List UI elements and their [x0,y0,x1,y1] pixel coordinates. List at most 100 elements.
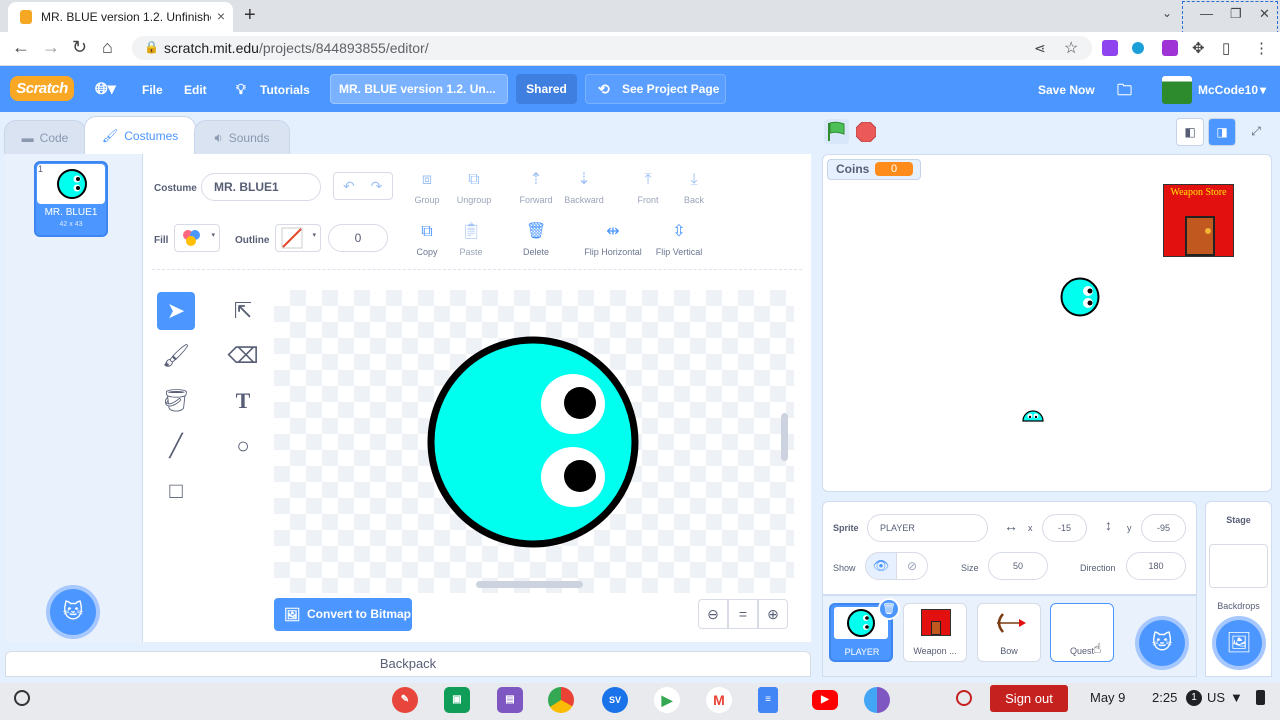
select-tool-icon[interactable]: ➤ [157,292,195,330]
share-icon[interactable]: ⋖ [1034,40,1046,57]
sv-app-icon[interactable]: SV [602,687,628,713]
text-tool-icon[interactable]: T [224,382,262,420]
delete-button[interactable]: 🗑︎ Delete [516,222,556,257]
line-tool-icon[interactable]: ╱ [157,427,195,465]
username[interactable]: McCode10 [1198,83,1258,97]
wifi-icon[interactable]: ▼ [1230,690,1243,705]
account-chevron-down-icon[interactable]: ▾ [1260,83,1266,97]
bookmark-star-icon[interactable]: ☆ [1064,38,1078,58]
youtube-icon[interactable]: ▶ [812,690,838,710]
tab-costumes[interactable]: 🖌︎ Costumes [84,116,196,154]
shelf-locale[interactable]: US [1207,690,1225,705]
backward-button[interactable]: ⇣ Backward [561,170,607,205]
outline-width-input[interactable]: 0 [328,224,388,252]
project-title-input[interactable]: MR. BLUE version 1.2. Un... [330,74,508,104]
see-project-page-button[interactable]: ⟲ See Project Page [585,74,726,104]
notification-count-badge[interactable]: 1 [1186,690,1202,706]
forward-button[interactable]: ⇡ Forward [515,170,557,205]
battery-icon[interactable] [1256,690,1265,705]
extensions-puzzle-icon[interactable]: ✥ [1192,39,1205,57]
screen-record-icon[interactable] [956,690,972,706]
address-bar[interactable]: scratch.mit.edu/projects/844893855/edito… [132,36,1092,60]
copy-button[interactable]: ⧉ Copy [410,222,444,257]
stylus-app-icon[interactable] [864,687,890,713]
vertical-scrollbar[interactable] [781,413,788,461]
edit-menu[interactable]: Edit [184,83,207,97]
small-mr-blue-sprite[interactable] [1021,401,1045,423]
zoom-in-icon[interactable]: ⊕ [758,599,788,629]
tutorials-button[interactable]: Tutorials [260,83,310,97]
sign-out-button[interactable]: Sign out [990,685,1068,712]
close-tab-icon[interactable]: × [217,8,225,24]
undo-icon[interactable]: ↶ [343,178,355,194]
green-flag-button[interactable] [824,119,849,144]
normal-stage-icon[interactable]: ◨ [1208,118,1236,146]
reload-icon[interactable]: ↻ [72,37,87,58]
choose-sprite-button[interactable]: 🐱︎ [1139,620,1185,666]
direction-input[interactable]: 180 [1126,552,1186,580]
tab-sounds[interactable]: 🔉︎ Sounds [194,120,290,154]
choose-backdrop-button[interactable]: 🖼︎ [1216,620,1262,666]
flip-vertical-button[interactable]: ⇳ Flip Vertical [652,222,706,257]
chrome-menu-icon[interactable]: ⋮ [1254,39,1269,57]
front-button[interactable]: ⤒ Front [632,170,664,205]
forward-icon[interactable]: → [42,37,60,58]
shared-button[interactable]: Shared [516,74,577,104]
costume-name-input[interactable]: MR. BLUE1 [201,173,321,201]
flip-horizontal-button[interactable]: ⇹ Flip Horizontal [580,222,646,257]
docs-purple-app-icon[interactable]: ▤ [497,687,523,713]
paste-button[interactable]: 📋︎ Paste [454,222,488,257]
avatar[interactable] [1162,76,1192,104]
reshape-tool-icon[interactable]: ⇱ [224,292,262,330]
choose-costume-button[interactable]: 🐱︎ [50,589,96,635]
fullscreen-icon[interactable]: ⤢ [1242,118,1270,146]
stop-button[interactable] [855,121,877,147]
weapon-store-sprite[interactable]: Weapon Store [1163,184,1234,257]
classroom-app-icon[interactable]: ▣ [444,687,470,713]
sprite-card-bow[interactable]: Bow [977,603,1041,662]
gmail-icon[interactable]: M [706,687,732,713]
extension-blue-icon[interactable] [1132,42,1144,54]
canvas-app-icon[interactable]: ✎ [392,687,418,713]
scratch-logo[interactable]: Scratch [10,76,74,101]
x-input[interactable]: -15 [1042,514,1087,542]
zoom-out-icon[interactable]: ⊖ [698,599,728,629]
zoom-reset-button[interactable]: = [728,599,758,629]
size-input[interactable]: 50 [988,552,1048,580]
rectangle-tool-icon[interactable]: □ [157,472,195,510]
fill-color-picker[interactable]: ▾ [174,224,220,252]
shelf-date[interactable]: May 9 [1090,690,1125,705]
sprite-card-quest[interactable]: Quest ☝︎ [1050,603,1114,662]
ungroup-button[interactable]: ⧉ Ungroup [454,170,494,205]
new-tab-button[interactable]: + [244,4,256,27]
y-input[interactable]: -95 [1141,514,1186,542]
extension-tw-icon[interactable] [1162,40,1178,56]
google-docs-icon[interactable]: ≡ [758,687,778,713]
small-stage-icon[interactable]: ◧ [1176,118,1204,146]
side-panel-icon[interactable]: ▯ [1222,39,1230,57]
tab-search-icon[interactable]: ⌄ [1162,6,1172,20]
brush-tool-icon[interactable]: 🖌︎ [157,337,195,375]
mr-blue-player-sprite[interactable] [1059,276,1101,318]
redo-icon[interactable]: ↷ [371,178,383,194]
browser-tab[interactable]: MR. BLUE version 1.2. Unfinished × [8,2,233,32]
delete-sprite-icon[interactable]: 🗑︎ [878,598,900,620]
back-button[interactable]: ⤓ Back [679,170,709,205]
show-eye-icon[interactable]: 👁︎ [865,552,897,580]
chrome-app-icon[interactable] [548,687,574,713]
eraser-tool-icon[interactable]: ⌫ [224,337,262,375]
convert-to-bitmap-button[interactable]: 🖼︎ Convert to Bitmap [274,598,412,631]
horizontal-scrollbar[interactable] [476,581,583,588]
site-info-icon[interactable]: 🔒 [144,40,159,54]
launcher-icon[interactable] [14,690,30,706]
extension-purple-icon[interactable] [1102,40,1118,56]
play-store-icon[interactable]: ▶ [654,687,680,713]
outline-color-picker[interactable]: ▾ [275,224,321,252]
group-button[interactable]: ⧈ Group [410,170,444,205]
fill-tool-icon[interactable]: 🪣︎ [157,382,195,420]
circle-tool-icon[interactable]: ○ [224,427,262,465]
paint-canvas[interactable] [274,290,794,593]
save-now-button[interactable]: Save Now [1038,83,1095,97]
sprite-card-weapon-store[interactable]: Weapon ... [903,603,967,662]
sprite-name-input[interactable]: PLAYER [867,514,988,542]
